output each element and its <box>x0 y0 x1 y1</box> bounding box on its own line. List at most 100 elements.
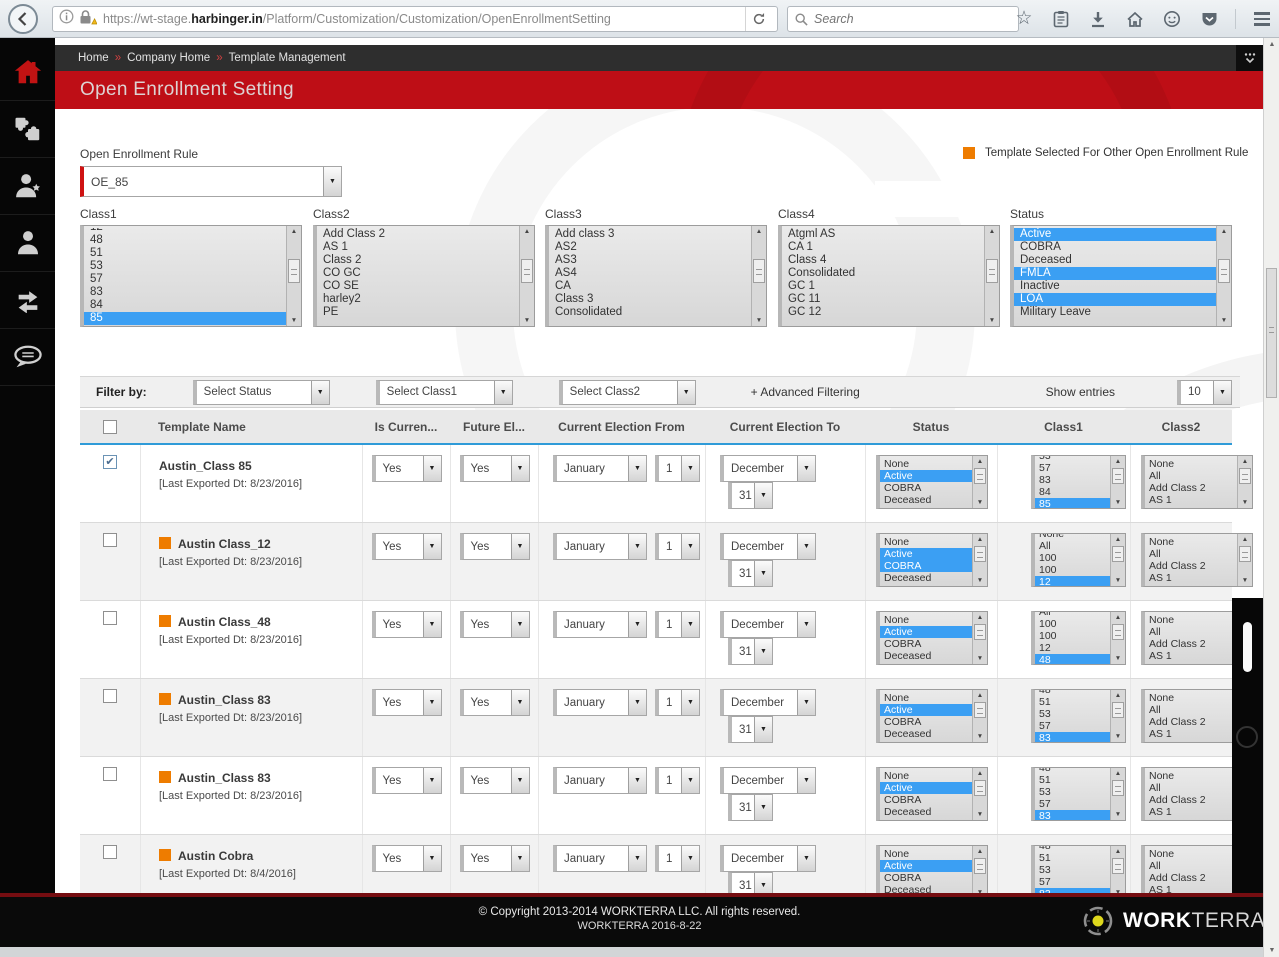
header-cell[interactable]: Status <box>865 420 997 434</box>
lock-warning-icon[interactable] <box>79 9 98 30</box>
listbox-scrollbar[interactable]: ▲▼ <box>972 534 987 586</box>
to-month-select[interactable]: December ▼ <box>720 689 816 716</box>
row-checkbox[interactable] <box>103 533 117 547</box>
scroll-thumb[interactable] <box>1218 259 1230 283</box>
list-item[interactable]: COBRA <box>880 716 972 728</box>
scroll-down-icon[interactable]: ▼ <box>1111 497 1125 508</box>
list-item[interactable]: 100 <box>1035 552 1110 564</box>
class2-listbox[interactable]: NoneAllAdd Class 2AS 1▲▼ <box>1141 455 1253 509</box>
list-item[interactable]: 51 <box>1035 852 1110 864</box>
scroll-down-icon[interactable]: ▼ <box>985 315 999 326</box>
scroll-up-icon[interactable]: ▲ <box>1111 690 1125 701</box>
sidebar-item-transfer[interactable] <box>0 272 55 329</box>
list-item[interactable]: 83 <box>84 286 286 299</box>
list-item[interactable]: COBRA <box>880 482 972 494</box>
list-item[interactable]: Add class 3 <box>549 228 751 241</box>
row-checkbox[interactable] <box>103 611 117 625</box>
to-day-select[interactable]: 31 ▼ <box>728 482 773 509</box>
scroll-thumb[interactable] <box>974 468 986 484</box>
scroll-thumb[interactable] <box>753 259 765 283</box>
to-day-select[interactable]: 31 ▼ <box>728 638 773 665</box>
from-day-select[interactable]: 1 ▼ <box>655 533 700 560</box>
list-item[interactable]: AS2 <box>549 241 751 254</box>
scroll-track[interactable] <box>1238 467 1252 497</box>
list-item[interactable]: All <box>1145 548 1237 560</box>
list-item[interactable]: 83 <box>1035 810 1110 820</box>
list-item[interactable]: 51 <box>1035 774 1110 786</box>
breadcrumb-item[interactable]: Home <box>78 52 109 64</box>
listbox-scrollbar[interactable]: ▲▼ <box>1110 534 1125 586</box>
list-item[interactable]: None <box>1145 848 1237 860</box>
row-checkbox[interactable] <box>103 767 117 781</box>
scroll-down-icon[interactable]: ▼ <box>973 575 987 586</box>
from-day-select[interactable]: 1 ▼ <box>655 845 700 872</box>
list-item[interactable]: GC 11 <box>782 293 984 306</box>
list-item[interactable]: Class 3 <box>549 293 751 306</box>
scroll-track[interactable] <box>287 237 301 315</box>
scroll-track[interactable] <box>520 237 534 315</box>
list-item[interactable]: None <box>880 458 972 470</box>
is-current-select[interactable]: Yes ▼ <box>371 845 442 872</box>
listbox-scrollbar[interactable]: ▲▼ <box>751 226 766 326</box>
scroll-track[interactable] <box>985 237 999 315</box>
list-item[interactable]: 100 <box>1035 630 1110 642</box>
scroll-up-icon[interactable]: ▲ <box>1217 226 1231 237</box>
listbox-scrollbar[interactable]: ▲▼ <box>1110 846 1125 893</box>
listbox-scrollbar[interactable]: ▲▼ <box>1216 226 1231 326</box>
to-month-select[interactable]: December ▼ <box>720 455 816 482</box>
is-current-select[interactable]: Yes ▼ <box>371 533 442 560</box>
list-item[interactable]: All <box>1145 470 1237 482</box>
from-month-select[interactable]: January ▼ <box>553 845 647 872</box>
scroll-down-icon[interactable]: ▼ <box>973 731 987 742</box>
scroll-track[interactable] <box>1217 237 1231 315</box>
messenger-icon[interactable] <box>1161 8 1183 30</box>
breadcrumb-item[interactable]: Company Home <box>127 52 210 64</box>
sidebar-item-employee[interactable] <box>0 215 55 272</box>
list-item[interactable]: 57 <box>1035 462 1110 474</box>
list-item[interactable]: None <box>1145 536 1237 548</box>
listbox-scrollbar[interactable]: ▲▼ <box>1237 534 1252 586</box>
list-item[interactable]: None <box>1145 692 1237 704</box>
class1-listbox[interactable]: None All 100 100 12 ▲ ▼ <box>1031 533 1126 587</box>
list-item[interactable]: Add Class 2 <box>1145 716 1237 728</box>
scroll-up-icon[interactable]: ▲ <box>973 690 987 701</box>
listbox-scrollbar[interactable]: ▲▼ <box>972 612 987 664</box>
downloads-icon[interactable] <box>1087 8 1109 30</box>
panel-scroll-thumb[interactable] <box>1243 622 1252 672</box>
list-item[interactable]: AS 1 <box>1145 806 1237 818</box>
scroll-track[interactable] <box>973 857 987 887</box>
list-item[interactable]: Military Leave <box>1014 306 1216 319</box>
scroll-track[interactable] <box>973 779 987 809</box>
listbox-scrollbar[interactable]: ▲▼ <box>519 226 534 326</box>
future-election-select[interactable]: Yes ▼ <box>459 611 530 638</box>
list-item[interactable]: 53 <box>1035 786 1110 798</box>
scroll-thumb[interactable] <box>1112 624 1124 640</box>
list-item[interactable]: Atgml AS <box>782 228 984 241</box>
status-listbox[interactable]: Active COBRA Deceased FMLA Inactive LOA Milita… <box>1010 225 1232 327</box>
scroll-down-icon[interactable]: ▼ <box>973 653 987 664</box>
list-item[interactable]: 12 <box>1035 642 1110 654</box>
list-item[interactable]: COBRA <box>880 794 972 806</box>
list-item[interactable]: CO SE <box>317 280 519 293</box>
list-item[interactable]: 85 <box>1035 498 1110 508</box>
list-item[interactable]: PE <box>317 306 519 319</box>
from-day-select[interactable]: 1 ▼ <box>655 455 700 482</box>
list-item[interactable]: Deceased <box>880 884 972 893</box>
scroll-thumb[interactable] <box>974 858 986 874</box>
scroll-up-icon[interactable]: ▲ <box>1111 846 1125 857</box>
from-day-select[interactable]: 1 ▼ <box>655 767 700 794</box>
list-item[interactable]: Deceased <box>1014 254 1216 267</box>
scroll-down-icon[interactable]: ▼ <box>1217 315 1231 326</box>
from-month-select[interactable]: January ▼ <box>553 611 647 638</box>
from-month-select[interactable]: January ▼ <box>553 533 647 560</box>
scrollbar-down-icon[interactable]: ▼ <box>1264 944 1279 957</box>
listbox-scrollbar[interactable]: ▲▼ <box>1110 690 1125 742</box>
list-item[interactable]: AS3 <box>549 254 751 267</box>
list-item[interactable]: Active <box>880 548 972 560</box>
url-bar[interactable]: https://wt-stage.harbinger.in/Platform/C… <box>52 6 778 32</box>
list-item[interactable]: 85 <box>84 312 286 325</box>
list-item[interactable]: Add Class 2 <box>1145 872 1237 884</box>
scroll-thumb[interactable] <box>974 702 986 718</box>
list-item[interactable]: harley2 <box>317 293 519 306</box>
scroll-down-icon[interactable]: ▼ <box>1238 497 1252 508</box>
